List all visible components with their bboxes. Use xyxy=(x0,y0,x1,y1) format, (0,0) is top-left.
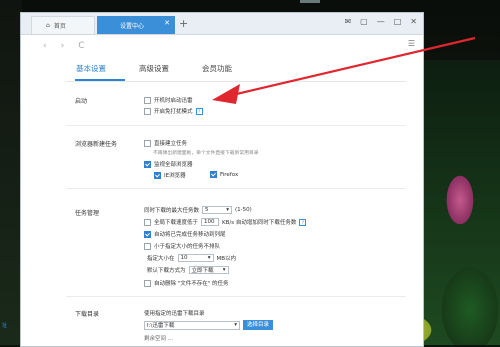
speed-threshold-input[interactable]: 100 xyxy=(201,218,220,226)
browser-section-label: 浏览器新建任务 xyxy=(75,141,118,148)
skin-icon[interactable]: ▢ xyxy=(360,17,368,26)
direct-task-label: 直接建立任务 xyxy=(154,141,188,147)
section-divider xyxy=(66,125,406,126)
speed-threshold-suffix: KB/s 自动增加同时下载任务数 xyxy=(222,220,297,226)
firefox-checkbox[interactable] xyxy=(210,171,217,178)
tab-home-label: 首页 xyxy=(53,23,66,30)
size-limit-select[interactable]: 10 ▾ xyxy=(177,254,214,262)
close-button[interactable]: ✕ xyxy=(410,17,417,26)
background-link-text: 址 xyxy=(2,323,8,329)
direct-task-checkbox[interactable] xyxy=(144,139,151,147)
minimize-button[interactable]: — xyxy=(377,17,385,26)
download-dir-select[interactable]: I:\迅雷下载 ▾ xyxy=(144,320,240,330)
direct-task-option[interactable]: 直接建立任务 xyxy=(144,139,187,147)
chevron-down-icon: ▾ xyxy=(234,322,237,328)
auto-delete-option[interactable]: 自动删除 "文件不存在" 的任务 xyxy=(144,279,229,287)
small-task-option[interactable]: 小于指定大小的任务不排队 xyxy=(144,242,220,250)
speed-threshold-row: 全局下载速度低于 100 KB/s 自动增加同时下载任务数 ? xyxy=(144,218,307,226)
desktop-top-marker xyxy=(300,0,320,3)
message-icon[interactable]: ✉ xyxy=(344,17,351,26)
chevron-down-icon: ▾ xyxy=(226,207,230,213)
ie-checkbox[interactable] xyxy=(154,171,161,179)
download-mode-select[interactable]: 立即下载 ▾ xyxy=(188,266,229,274)
maximize-button[interactable]: □ xyxy=(394,17,402,26)
max-tasks-row: 同时下载的最大任务数 5 ▾ (1-50) xyxy=(144,206,252,214)
firefox-label: Firefox xyxy=(220,171,239,178)
ie-option[interactable]: IE浏览器 xyxy=(154,171,186,179)
settings-tab-list: 基本设置 高级设置 会员功能 xyxy=(76,63,232,74)
download-mode-label: 默认下载方式为 xyxy=(147,268,186,274)
speed-threshold-checkbox[interactable] xyxy=(144,218,151,226)
window-controls: ✉ ▢ — □ ✕ xyxy=(344,17,417,26)
download-mode-value: 立即下载 xyxy=(191,268,214,274)
forward-button[interactable]: › xyxy=(61,41,65,51)
refresh-button[interactable]: C xyxy=(78,41,84,51)
do-not-disturb-label: 开启免打扰模式 xyxy=(154,109,193,115)
choose-directory-button[interactable]: 选择目录 xyxy=(243,320,274,330)
navigation-toolbar: ‹ › C ☰ xyxy=(21,35,423,57)
tab-advanced-settings[interactable]: 高级设置 xyxy=(139,63,169,74)
max-tasks-value: 5 xyxy=(205,207,209,213)
auto-delete-label: 自动删除 "文件不存在" 的任务 xyxy=(154,281,229,287)
remaining-space-text: 剩余空间 ... xyxy=(144,336,173,342)
chevron-down-icon: ▾ xyxy=(207,255,211,261)
size-limit-unit: MB以内 xyxy=(216,256,237,262)
startup-section-label: 启动 xyxy=(75,98,88,105)
startup-do-not-disturb-option[interactable]: 开启免打扰模式 ? xyxy=(144,107,203,115)
firefox-option[interactable]: Firefox xyxy=(210,171,238,178)
tab-bar: ⌂ 首页 设置中心 ✕ + ✉ ▢ — □ ✕ xyxy=(21,13,423,35)
monitor-browsers-label: 监视全部浏览器 xyxy=(154,162,193,168)
auto-delete-checkbox[interactable] xyxy=(144,279,151,287)
browser-window: ⌂ 首页 设置中心 ✕ + ✉ ▢ — □ ✕ ‹ › C ☰ 基本设置 高级设… xyxy=(20,12,424,347)
tab-home[interactable]: ⌂ 首页 xyxy=(31,16,95,34)
download-dir-section-label: 下载目录 xyxy=(75,311,100,318)
move-done-label: 自动将已完成任务移动到列尾 xyxy=(154,232,226,238)
move-done-checkbox[interactable] xyxy=(144,230,151,238)
size-limit-label: 指定大小在 xyxy=(147,256,175,262)
help-icon[interactable]: ? xyxy=(195,107,203,115)
download-dir-row: I:\迅雷下载 ▾ 选择目录 xyxy=(144,320,274,330)
max-tasks-label: 同时下载的最大任务数 xyxy=(144,208,200,214)
tab-divider xyxy=(66,81,406,82)
tab-member-features[interactable]: 会员功能 xyxy=(202,63,232,74)
section-divider xyxy=(66,188,406,189)
task-section-label: 任务管理 xyxy=(75,210,100,217)
download-mode-row: 默认下载方式为 立即下载 ▾ xyxy=(147,266,229,274)
move-done-option[interactable]: 自动将已完成任务移动到列尾 xyxy=(144,230,226,238)
new-tab-button[interactable]: + xyxy=(179,17,188,30)
max-tasks-range: (1-50) xyxy=(235,207,252,213)
size-limit-value: 10 xyxy=(180,255,188,261)
speed-threshold-label: 全局下载速度低于 xyxy=(154,220,199,226)
tab-basic-settings[interactable]: 基本设置 xyxy=(76,63,106,74)
small-task-checkbox[interactable] xyxy=(144,242,151,250)
tab-settings-center[interactable]: 设置中心 ✕ xyxy=(97,16,175,34)
menu-icon[interactable]: ☰ xyxy=(408,39,415,48)
background-left-window xyxy=(0,0,22,345)
ie-label: IE浏览器 xyxy=(164,173,186,179)
autostart-label: 开机时启动迅雷 xyxy=(154,98,193,104)
size-limit-row: 指定大小在 10 ▾ MB以内 xyxy=(147,254,236,262)
monitor-browsers-option[interactable]: 监视全部浏览器 xyxy=(144,160,193,168)
autostart-checkbox[interactable] xyxy=(144,96,151,104)
direct-task-note: 不再弹出新建面板，单个文件直接下载到常用目录 xyxy=(153,151,259,156)
help-icon[interactable]: ? xyxy=(299,218,307,226)
startup-autostart-option[interactable]: 开机时启动迅雷 xyxy=(144,96,193,104)
max-tasks-select[interactable]: 5 ▾ xyxy=(202,206,233,214)
download-dir-path: I:\迅雷下载 xyxy=(147,323,175,329)
chevron-down-icon: ▾ xyxy=(222,267,226,273)
do-not-disturb-checkbox[interactable] xyxy=(144,107,151,115)
home-icon: ⌂ xyxy=(46,22,50,29)
tab-settings-label: 设置中心 xyxy=(119,22,144,30)
small-task-label: 小于指定大小的任务不排队 xyxy=(154,244,221,250)
monitor-browsers-checkbox[interactable] xyxy=(144,160,151,168)
tab-close-icon[interactable]: ✕ xyxy=(164,19,170,27)
back-button[interactable]: ‹ xyxy=(43,41,47,51)
download-dir-subtitle: 使用指定的迅雷下载目录 xyxy=(144,311,205,317)
section-divider xyxy=(66,296,406,297)
